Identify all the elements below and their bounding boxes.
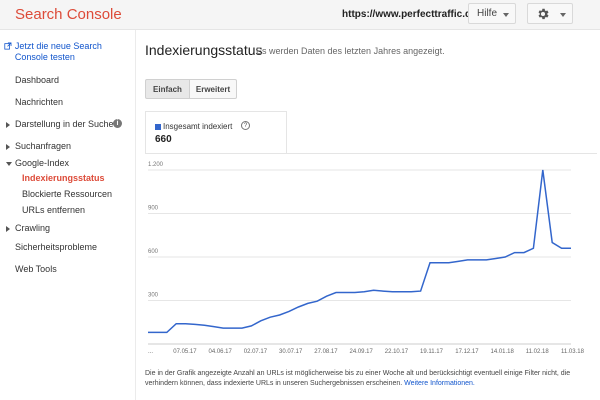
x-tick-label: 07.05.17 <box>173 349 197 355</box>
help-icon[interactable]: ? <box>241 121 250 130</box>
chevron-right-icon[interactable] <box>6 226 10 232</box>
sidebar-item-messages[interactable]: Nachrichten <box>15 97 63 107</box>
x-tick-label: 22.10.17 <box>385 349 409 355</box>
property-url[interactable]: https://www.perfecttraffic.de/ <box>342 9 479 20</box>
x-tick-label: 17.12.17 <box>455 349 479 355</box>
sidebar-item-google-index[interactable]: Google-Index <box>15 158 69 168</box>
sidebar-item-crawling[interactable]: Crawling <box>15 223 50 233</box>
page-subtitle: Es werden Daten des letzten Jahres angez… <box>256 46 445 56</box>
sidebar-item-search-appearance[interactable]: Darstellung in der Suche <box>15 119 114 129</box>
index-status-chart: 300 600 900 1.200... 07.05.17 04.06.17 02.07.1… <box>145 153 597 360</box>
chevron-down-icon <box>560 13 566 17</box>
sidebar-item-dashboard[interactable]: Dashboard <box>15 75 59 85</box>
x-tick-label: 02.07.17 <box>244 349 268 355</box>
top-bar: Search Console https://www.perfecttraffi… <box>0 0 600 30</box>
x-tick-label: 19.11.17 <box>420 349 444 355</box>
tab-simple[interactable]: Einfach <box>145 79 190 99</box>
series-line[interactable] <box>148 169 571 334</box>
chart-legend: Insgesamt indexiert ? 660 <box>145 111 287 153</box>
sidebar: Jetzt die neue Search Console testen Das… <box>0 30 136 400</box>
x-tick-label: 24.09.17 <box>350 349 374 355</box>
x-tick-label: 11.02.18 <box>526 349 550 355</box>
sidebar-item-web-tools[interactable]: Web Tools <box>15 264 57 274</box>
x-tick-label: 14.01.18 <box>491 349 515 355</box>
legend-value: 660 <box>155 134 172 145</box>
settings-button[interactable] <box>527 3 573 24</box>
page-title: Indexierungsstatus <box>145 42 263 58</box>
chevron-right-icon[interactable] <box>6 122 10 128</box>
chevron-down-icon <box>503 13 509 17</box>
new-search-console-label: Jetzt die neue Search Console testen <box>14 41 102 62</box>
chevron-right-icon[interactable] <box>6 144 10 150</box>
more-info-link[interactable]: Weitere Informationen. <box>404 380 475 387</box>
tab-advanced[interactable]: Erweitert <box>190 79 237 99</box>
sidebar-item-security-issues[interactable]: Sicherheitsprobleme <box>15 242 97 252</box>
x-tick-label: 30.07.17 <box>279 349 303 355</box>
gear-icon <box>538 8 549 19</box>
help-button-label: Hilfe <box>477 8 498 19</box>
new-search-console-link[interactable]: Jetzt die neue Search Console testen <box>4 41 132 63</box>
y-tick-label: 600 <box>148 249 159 255</box>
brand-logo[interactable]: Search Console <box>15 6 122 23</box>
y-tick-label: 300 <box>148 293 159 299</box>
footer-text: Die in der Grafik angezeigte Anzahl an U… <box>145 370 571 387</box>
x-tick-label: ... <box>148 349 153 355</box>
y-tick-label: 1.200 <box>148 162 164 168</box>
view-toggle: Einfach Erweitert <box>145 79 237 99</box>
info-icon[interactable]: i <box>113 119 122 128</box>
sidebar-subitem-blocked-resources[interactable]: Blockierte Ressourcen <box>22 189 112 199</box>
series-checkbox[interactable] <box>155 124 161 130</box>
legend-label: Insgesamt indexiert <box>163 122 233 131</box>
x-tick-label: 27.08.17 <box>314 349 338 355</box>
x-tick-label: 11.03.18 <box>561 349 585 355</box>
x-tick-label: 04.06.17 <box>209 349 233 355</box>
sidebar-subitem-remove-urls[interactable]: URLs entfernen <box>22 205 85 215</box>
sidebar-subitem-index-status[interactable]: Indexierungsstatus <box>22 173 105 183</box>
footer-note: Die in der Grafik angezeigte Anzahl an U… <box>145 369 585 389</box>
y-tick-label: 900 <box>148 206 159 212</box>
external-link-icon <box>4 42 12 50</box>
chart-svg: 300 600 900 1.200... 07.05.17 04.06.17 02.07.1… <box>148 162 585 355</box>
sidebar-item-search-traffic[interactable]: Suchanfragen <box>15 141 71 151</box>
help-button[interactable]: Hilfe <box>468 3 516 24</box>
chevron-down-icon[interactable] <box>6 162 12 166</box>
